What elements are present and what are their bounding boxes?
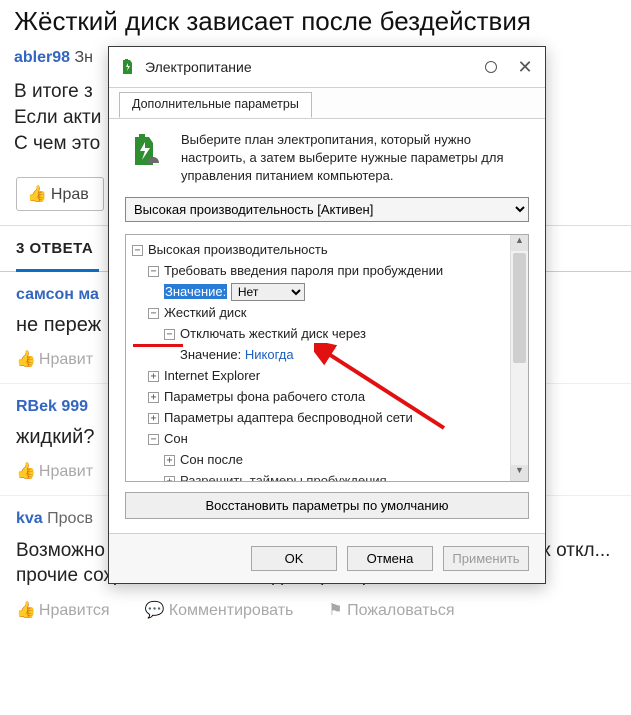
apply-button[interactable]: Применить — [443, 546, 529, 571]
thumb-up-icon: 👍 — [16, 602, 36, 619]
page-title: Жёсткий диск зависает после бездействия — [0, 0, 631, 47]
tree-node-sleep-cut[interactable]: +Разрешить таймеры пробуждения — [132, 470, 506, 481]
tree-node-hdd-off[interactable]: −Отключать жесткий диск через — [132, 323, 506, 344]
value-label: Значение: — [164, 284, 227, 299]
cancel-button[interactable]: Отмена — [347, 546, 433, 571]
highlight-line — [133, 344, 183, 347]
battery-icon — [125, 131, 165, 171]
dialog-description: Выберите план электропитания, который ну… — [181, 131, 529, 185]
expand-icon[interactable]: + — [148, 413, 159, 424]
scrollbar[interactable]: ▲ ▼ — [510, 235, 528, 481]
expand-icon[interactable]: + — [164, 476, 175, 481]
tab-bar: Дополнительные параметры — [109, 87, 545, 119]
collapse-icon[interactable]: − — [148, 434, 159, 445]
power-plan-icon — [119, 58, 137, 76]
tree-node-ie[interactable]: +Internet Explorer — [132, 365, 506, 386]
tree-node-sleep-after[interactable]: +Сон после — [132, 449, 506, 470]
author-role: Просв — [47, 510, 93, 527]
tree-node-root[interactable]: −Высокая производительность — [132, 239, 506, 260]
collapse-icon[interactable]: − — [148, 266, 159, 277]
expand-icon[interactable]: + — [148, 392, 159, 403]
dialog-footer: OK Отмена Применить — [109, 533, 545, 583]
like-button[interactable]: 👍Нрав — [16, 177, 104, 211]
tree-node-sleep[interactable]: −Сон — [132, 428, 506, 449]
complain-action[interactable]: Пожаловаться — [347, 602, 454, 619]
tree-node-password[interactable]: −Требовать введения пароля при пробужден… — [132, 260, 506, 281]
flag-icon: ⚑ — [328, 602, 342, 619]
scroll-down-icon[interactable]: ▼ — [511, 465, 528, 481]
collapse-icon[interactable]: − — [148, 308, 159, 319]
tree-value-hdd: Значение: Никогда — [132, 344, 506, 365]
collapse-icon[interactable]: − — [164, 329, 175, 340]
window-title: Электропитание — [145, 59, 471, 75]
thumb-up-icon: 👍 — [16, 463, 36, 480]
comment-action[interactable]: Комментировать — [169, 602, 294, 619]
expand-icon[interactable]: + — [148, 371, 159, 382]
collapse-icon[interactable]: − — [132, 245, 143, 256]
like-action[interactable]: Нравится — [39, 602, 110, 619]
hdd-value-link[interactable]: Никогда — [245, 347, 294, 362]
author-link[interactable]: kva — [16, 510, 43, 527]
password-value-select[interactable]: Нет — [231, 283, 305, 301]
tree-node-bg[interactable]: +Параметры фона рабочего стола — [132, 386, 506, 407]
author-link[interactable]: RBek 999 — [16, 398, 88, 415]
answer-actions: 👍Нравится 💬 Комментировать ⚑ Пожаловатьс… — [16, 596, 631, 630]
restore-defaults-button[interactable]: Восстановить параметры по умолчанию — [125, 492, 529, 519]
like-action[interactable]: Нравит — [39, 463, 93, 480]
minimize-button[interactable] — [477, 53, 505, 81]
close-button[interactable]: ✕ — [511, 53, 539, 81]
tree-value-password: Значение: Нет — [132, 281, 506, 302]
scroll-thumb[interactable] — [513, 253, 526, 363]
tree-node-wifi[interactable]: +Параметры адаптера беспроводной сети — [132, 407, 506, 428]
like-action[interactable]: Нравит — [39, 351, 93, 368]
ok-button[interactable]: OK — [251, 546, 337, 571]
dialog-intro: Выберите план электропитания, который ну… — [125, 131, 529, 185]
author-link[interactable]: самсон ма — [16, 286, 99, 303]
settings-tree: −Высокая производительность −Требовать в… — [125, 234, 529, 482]
titlebar[interactable]: Электропитание ✕ — [109, 47, 545, 87]
tree-node-hdd[interactable]: −Жесткий диск — [132, 302, 506, 323]
thumb-up-icon: 👍 — [16, 351, 36, 368]
comment-icon: 💬 — [144, 602, 164, 619]
power-options-dialog: Электропитание ✕ Дополнительные параметр… — [108, 46, 546, 584]
scroll-up-icon[interactable]: ▲ — [511, 235, 528, 251]
thumb-up-icon: 👍 — [27, 186, 47, 203]
tab-advanced[interactable]: Дополнительные параметры — [119, 92, 312, 118]
expand-icon[interactable]: + — [164, 455, 175, 466]
asker-role: Зн — [75, 49, 94, 66]
value-label: Значение: — [180, 347, 241, 362]
plan-select[interactable]: Высокая производительность [Активен] — [125, 197, 529, 222]
asker-link[interactable]: abler98 — [14, 49, 70, 66]
